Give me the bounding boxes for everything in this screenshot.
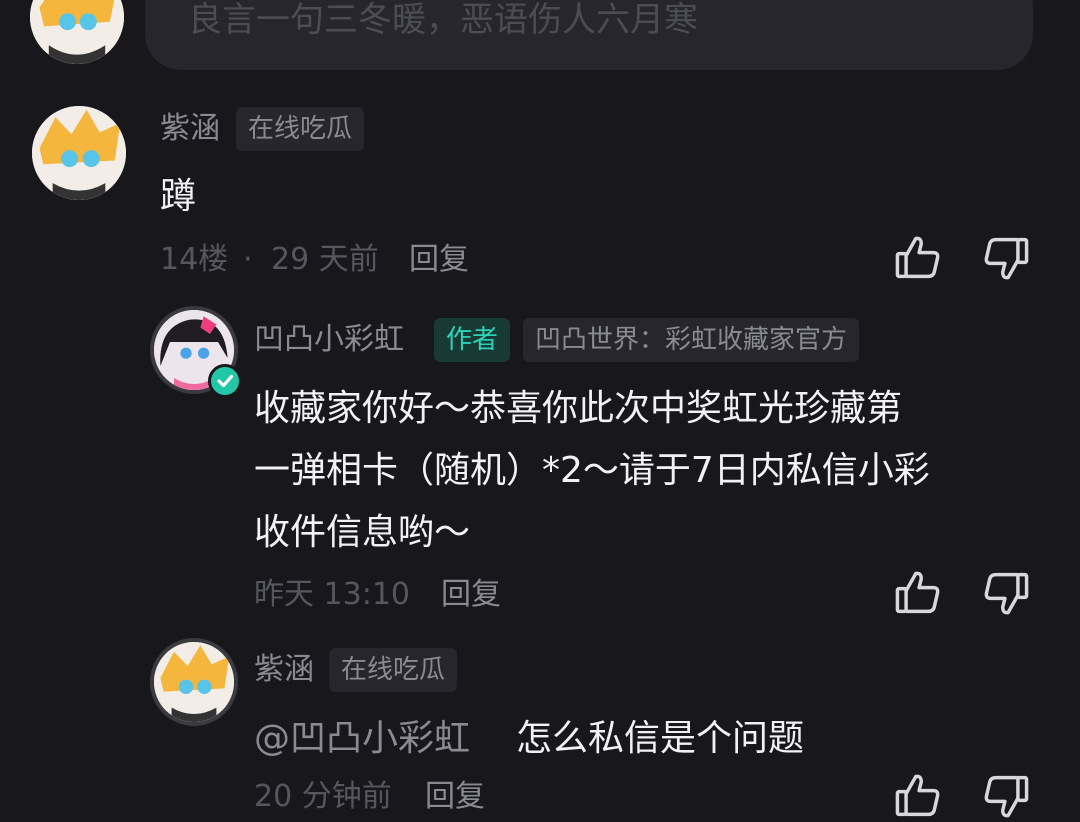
comment-time: 29 天前 (271, 242, 379, 277)
user-badge: 凹凸世界：彩虹收藏家官方 (523, 318, 860, 362)
user-badge: 在线吃瓜 (236, 107, 365, 151)
comment-text-line: 收藏家你好～恭喜你此次中奖虹光珍藏第 (254, 388, 903, 429)
comment-text-line: 收件信息哟～ (254, 512, 471, 553)
comment-text: 怎么私信是个问题 (516, 718, 805, 759)
meta-separator: · (243, 242, 253, 277)
comment-floor: 14楼 (160, 242, 229, 277)
reply-button[interactable]: 回复 (441, 575, 501, 615)
thumbs-up-icon[interactable] (892, 567, 944, 619)
comment-time: 昨天 13:10 (254, 577, 410, 612)
reply-button[interactable]: 回复 (425, 777, 485, 817)
comment-username[interactable]: 紫涵 (254, 650, 314, 690)
avatar[interactable] (32, 106, 126, 200)
check-badge-icon (208, 364, 242, 398)
user-badge: 在线吃瓜 (329, 648, 458, 692)
comment-username[interactable]: 紫涵 (160, 109, 220, 149)
author-badge: 作者 (434, 318, 511, 362)
thumbs-up-icon[interactable] (892, 232, 944, 284)
avatar[interactable] (150, 638, 238, 726)
thumbs-up-icon[interactable] (892, 770, 944, 822)
thumbs-down-icon[interactable] (980, 232, 1032, 284)
comment-username[interactable]: 凹凸小彩虹 (254, 320, 404, 360)
comment-time: 20 分钟前 (254, 779, 392, 814)
thumbs-down-icon[interactable] (980, 567, 1032, 619)
current-user-avatar (30, 0, 124, 64)
comment-text-line: 一弹相卡（随机）*2～请于7日内私信小彩 (254, 450, 930, 491)
reply-button[interactable]: 回复 (409, 240, 469, 280)
comment-input-placeholder: 良言一句三冬暖，恶语伤人六月寒 (188, 0, 698, 40)
thumbs-down-icon[interactable] (980, 770, 1032, 822)
comment-text: 蹲 (160, 176, 197, 217)
mention-link[interactable]: @凹凸小彩虹 (254, 708, 470, 770)
